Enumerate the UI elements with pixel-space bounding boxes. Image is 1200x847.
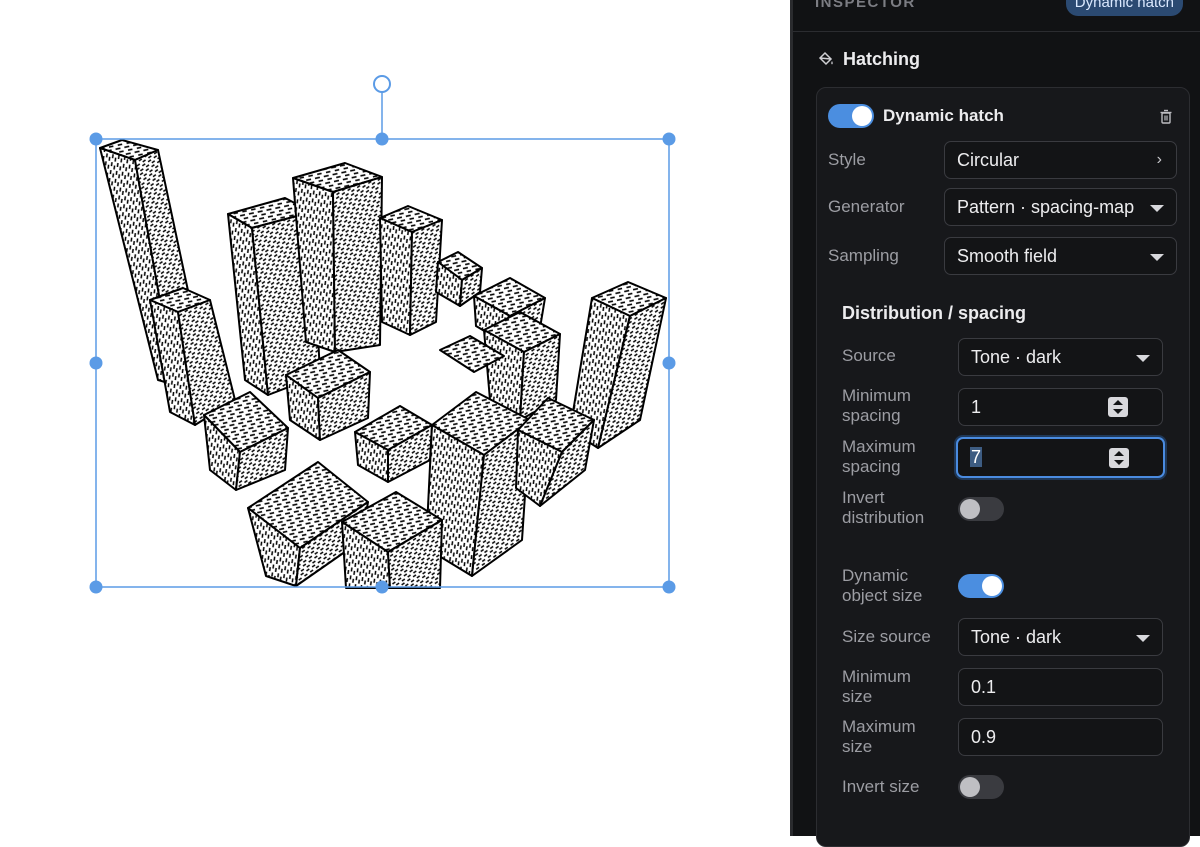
max-size-input[interactable]: 0.9 (958, 718, 1163, 756)
invert-size-label: Invert size (842, 777, 920, 796)
generator-select[interactable]: Pattern · spacing-map (944, 188, 1177, 226)
label-line: Maximum (842, 717, 916, 736)
label-line: Minimum (842, 667, 911, 686)
label-line: size (842, 687, 873, 706)
style-value: Circular (957, 150, 1020, 170)
sampling-value: Smooth field (957, 246, 1058, 266)
inspector-panel: INSPECTOR Dynamic hatch Hatching Dynamic… (790, 0, 1200, 847)
style-selector[interactable]: Circular › (944, 141, 1177, 179)
resize-handle-bottom-left[interactable] (89, 580, 103, 594)
paint-bucket-icon (818, 51, 833, 66)
inspector-title: INSPECTOR (815, 0, 916, 11)
resize-handle-bottom-right[interactable] (662, 580, 676, 594)
invert-distribution-label: Invert distribution (842, 488, 924, 528)
toggle-knob (852, 106, 872, 126)
size-source-select[interactable]: Tone · dark (958, 618, 1163, 656)
resize-handle-top-left[interactable] (89, 132, 103, 146)
generator-label: Generator (828, 197, 905, 216)
hatching-section-header[interactable]: Hatching (817, 44, 920, 74)
toggle-knob (960, 499, 980, 519)
style-label: Style (828, 150, 866, 169)
section-title: Hatching (843, 48, 921, 69)
sampling-label: Sampling (828, 246, 899, 265)
max-size-label: Maximum size (842, 717, 916, 757)
dynamic-object-size-toggle[interactable] (958, 574, 1004, 598)
label-line: Dynamic (842, 566, 909, 585)
min-spacing-input[interactable]: 1 (958, 388, 1163, 426)
max-spacing-input[interactable]: 7 (956, 437, 1165, 478)
toggle-knob (960, 777, 980, 797)
building-blocks (99, 139, 667, 589)
source-select[interactable]: Tone · dark (958, 338, 1163, 376)
resize-handle-left[interactable] (89, 356, 103, 370)
chevron-down-icon (1150, 205, 1164, 212)
chevron-right-icon: › (1156, 151, 1162, 168)
rotate-handle[interactable] (373, 75, 391, 93)
mode-badge[interactable]: Dynamic hatch (1065, 0, 1183, 16)
size-source-value: Tone · dark (971, 627, 1062, 647)
resize-handle-top-right[interactable] (662, 132, 676, 146)
canvas[interactable] (0, 0, 790, 836)
size-source-label: Size source (842, 627, 931, 646)
label-line: Maximum (842, 437, 916, 456)
label-line: Invert (842, 488, 885, 507)
resize-handle-top[interactable] (375, 132, 389, 146)
label-line: object size (842, 586, 923, 605)
dynamic-hatch-toggle[interactable] (828, 104, 874, 128)
label-line: Minimum (842, 386, 911, 405)
generator-value: Pattern · spacing-map (957, 197, 1135, 217)
max-spacing-label: Maximum spacing (842, 437, 916, 477)
max-size-value: 0.9 (971, 727, 997, 747)
label-line: size (842, 737, 873, 756)
dynamic-hatch-label: Dynamic hatch (883, 106, 1004, 125)
invert-distribution-toggle[interactable] (958, 497, 1004, 521)
source-value: Tone · dark (971, 347, 1062, 367)
sampling-select[interactable]: Smooth field (944, 237, 1177, 275)
min-spacing-label: Minimum spacing (842, 386, 911, 426)
inspector-header: INSPECTOR Dynamic hatch (793, 0, 1200, 32)
source-label: Source (842, 346, 896, 365)
resize-handle-bottom[interactable] (375, 580, 389, 594)
min-size-input[interactable]: 0.1 (958, 668, 1163, 706)
min-size-label: Minimum size (842, 667, 911, 707)
label-line: distribution (842, 508, 925, 527)
chevron-down-icon (1136, 355, 1150, 362)
min-size-value: 0.1 (971, 677, 997, 697)
distribution-heading: Distribution / spacing (842, 303, 1027, 323)
chevron-down-icon (1136, 635, 1150, 642)
stepper-icon[interactable] (1108, 397, 1128, 417)
dynamic-object-size-label: Dynamic object size (842, 566, 922, 606)
resize-handle-right[interactable] (662, 356, 676, 370)
toggle-knob (982, 576, 1002, 596)
stepper-icon[interactable] (1109, 448, 1129, 468)
label-line: spacing (842, 406, 901, 425)
trash-icon[interactable] (1159, 109, 1173, 124)
min-spacing-value: 1 (971, 397, 982, 417)
chevron-down-icon (1150, 254, 1164, 261)
hatch-card: Dynamic hatch Style Circular › Generator… (816, 87, 1190, 847)
hatched-blocks-artwork[interactable] (0, 0, 790, 836)
label-line: spacing (842, 457, 901, 476)
invert-size-toggle[interactable] (958, 775, 1004, 799)
max-spacing-value: 7 (970, 447, 983, 467)
